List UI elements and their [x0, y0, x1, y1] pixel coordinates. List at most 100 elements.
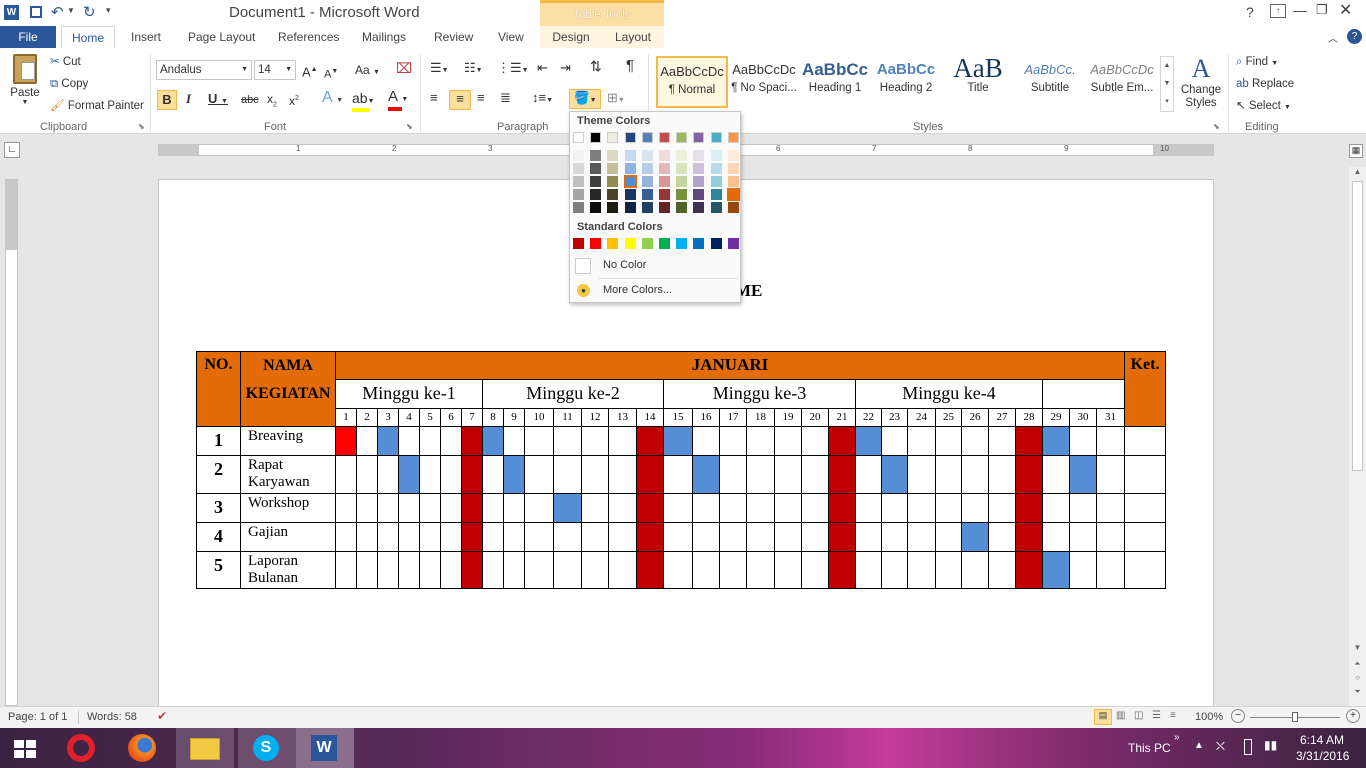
- line-spacing-icon[interactable]: ↕≡▼: [532, 90, 553, 109]
- activity-name[interactable]: Gajian: [240, 522, 336, 552]
- schedule-cell[interactable]: [482, 426, 504, 456]
- theme-shade-swatch[interactable]: [676, 176, 688, 187]
- schedule-cell[interactable]: [1069, 522, 1097, 552]
- schedule-cell[interactable]: [553, 455, 582, 494]
- day-number[interactable]: 3: [377, 408, 399, 427]
- day-number[interactable]: 9: [503, 408, 525, 427]
- numbering-icon[interactable]: ☷▼: [464, 60, 483, 79]
- day-number[interactable]: 15: [663, 408, 693, 427]
- theme-shade-swatch[interactable]: [590, 202, 602, 213]
- schedule-cell[interactable]: [988, 426, 1016, 456]
- ket-cell[interactable]: [1124, 493, 1166, 523]
- schedule-cell[interactable]: [581, 426, 609, 456]
- theme-shade-swatch[interactable]: [693, 150, 705, 161]
- style-normal[interactable]: AaBbCcDc ¶ Normal: [656, 56, 728, 108]
- row-number[interactable]: 5: [196, 551, 241, 589]
- schedule-cell[interactable]: [1069, 455, 1097, 494]
- schedule-cell[interactable]: [356, 551, 378, 589]
- schedule-cell[interactable]: [988, 493, 1016, 523]
- schedule-cell[interactable]: [801, 522, 829, 552]
- row-number[interactable]: 3: [196, 493, 241, 523]
- schedule-cell[interactable]: [801, 551, 829, 589]
- cut-button[interactable]: ✂ Cut: [50, 54, 81, 70]
- schedule-cell[interactable]: [1069, 551, 1097, 589]
- ket-cell[interactable]: [1124, 455, 1166, 494]
- schedule-cell[interactable]: [440, 493, 462, 523]
- theme-shade-swatch[interactable]: [726, 188, 740, 201]
- tab-selector[interactable]: ∟: [4, 142, 20, 158]
- schedule-cell[interactable]: [636, 455, 664, 494]
- day-number[interactable]: 12: [581, 408, 609, 427]
- file-explorer-taskbar-item[interactable]: [176, 728, 234, 768]
- undo-icon[interactable]: ↶: [51, 3, 64, 21]
- schedule-cell[interactable]: [1096, 493, 1125, 523]
- day-number[interactable]: 11: [553, 408, 582, 427]
- schedule-cell[interactable]: [988, 522, 1016, 552]
- dialog-launcher-icon[interactable]: ⬊: [138, 122, 145, 131]
- schedule-cell[interactable]: [855, 551, 882, 589]
- theme-shade-swatch[interactable]: [590, 163, 602, 174]
- schedule-table[interactable]: NO. NAMA KEGIATAN JANUARI Ket. Minggu ke-1 Mi…: [196, 351, 1166, 589]
- day-number[interactable]: 28: [1015, 408, 1043, 427]
- schedule-cell[interactable]: [855, 455, 882, 494]
- schedule-cell[interactable]: [907, 455, 936, 494]
- dialog-launcher-icon[interactable]: ⬊: [1213, 122, 1220, 131]
- schedule-cell[interactable]: [907, 493, 936, 523]
- tab-page-layout[interactable]: Page Layout: [188, 26, 255, 48]
- multilevel-list-icon[interactable]: ⋮☰▼: [497, 60, 529, 79]
- schedule-cell[interactable]: [961, 426, 989, 456]
- standard-color-swatch[interactable]: [607, 238, 619, 249]
- schedule-cell[interactable]: [636, 522, 664, 552]
- row-number[interactable]: 1: [196, 426, 241, 456]
- schedule-cell[interactable]: [482, 455, 504, 494]
- theme-shade-swatch[interactable]: [641, 176, 653, 187]
- font-name-combo[interactable]: Andalus ▼: [156, 60, 252, 80]
- schedule-cell[interactable]: [356, 426, 378, 456]
- schedule-cell[interactable]: [482, 551, 504, 589]
- schedule-cell[interactable]: [774, 551, 802, 589]
- schedule-cell[interactable]: [907, 522, 936, 552]
- theme-shade-swatch[interactable]: [623, 175, 637, 188]
- schedule-cell[interactable]: [461, 522, 483, 552]
- tab-home[interactable]: Home: [61, 26, 115, 48]
- previous-page-icon[interactable]: ⏶: [1349, 659, 1366, 669]
- schedule-cell[interactable]: [398, 426, 420, 456]
- theme-shade-swatch[interactable]: [659, 176, 670, 187]
- schedule-cell[interactable]: [828, 426, 856, 456]
- schedule-cell[interactable]: [774, 426, 802, 456]
- schedule-cell[interactable]: [1096, 426, 1125, 456]
- proofing-icon[interactable]: ✔: [157, 709, 167, 723]
- schedule-cell[interactable]: [1042, 493, 1070, 523]
- schedule-cell[interactable]: [461, 493, 483, 523]
- theme-shade-swatch[interactable]: [710, 202, 722, 213]
- day-number[interactable]: 30: [1069, 408, 1097, 427]
- schedule-cell[interactable]: [828, 455, 856, 494]
- start-button[interactable]: [0, 728, 50, 768]
- day-number[interactable]: 8: [482, 408, 504, 427]
- italic-button[interactable]: I: [186, 91, 191, 107]
- schedule-cell[interactable]: [663, 522, 693, 552]
- day-number[interactable]: 21: [828, 408, 856, 427]
- scroll-down-arrow[interactable]: ▼: [1349, 643, 1366, 652]
- schedule-cell[interactable]: [440, 455, 462, 494]
- firefox-taskbar-item[interactable]: [114, 728, 172, 768]
- schedule-cell[interactable]: [1096, 522, 1125, 552]
- theme-color-swatch[interactable]: [624, 132, 636, 143]
- theme-shade-swatch[interactable]: [727, 163, 739, 174]
- theme-shade-swatch[interactable]: [607, 163, 619, 174]
- theme-shade-swatch[interactable]: [659, 150, 670, 161]
- schedule-cell[interactable]: [553, 551, 582, 589]
- day-number[interactable]: 13: [608, 408, 637, 427]
- schedule-cell[interactable]: [881, 522, 908, 552]
- theme-shade-swatch[interactable]: [727, 150, 739, 161]
- theme-color-swatch[interactable]: [573, 132, 584, 143]
- font-color-icon[interactable]: A ▼: [388, 89, 408, 111]
- theme-color-swatch[interactable]: [727, 132, 739, 143]
- schedule-cell[interactable]: [553, 522, 582, 552]
- schedule-cell[interactable]: [692, 493, 720, 523]
- customize-qat-icon[interactable]: ▾: [106, 5, 111, 16]
- theme-shade-swatch[interactable]: [573, 163, 584, 174]
- change-case-button[interactable]: Aa ▼: [355, 62, 380, 81]
- standard-color-swatch[interactable]: [590, 238, 602, 249]
- schedule-cell[interactable]: [961, 551, 989, 589]
